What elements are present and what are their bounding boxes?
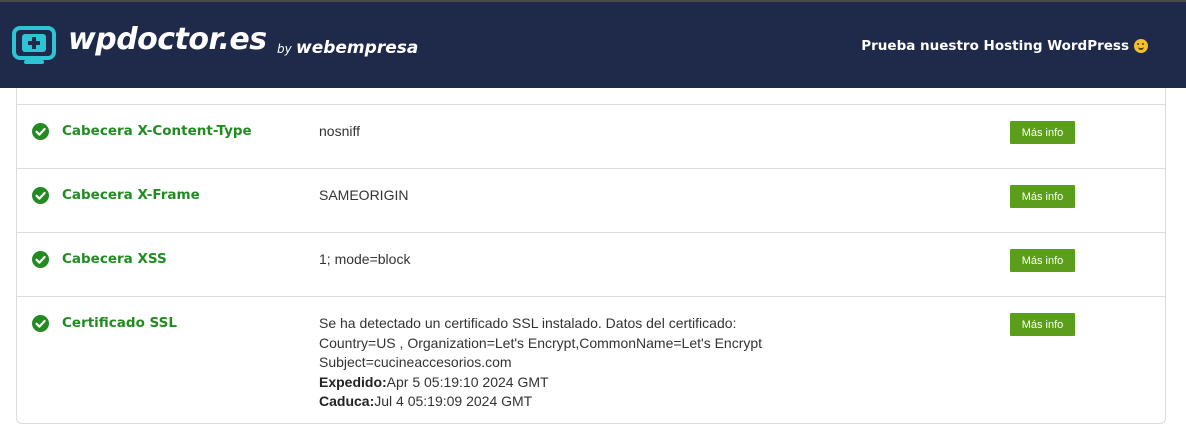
- ssl-detail-line: Country=US , Organization=Let's Encrypt,…: [319, 334, 763, 351]
- issued-label: Expedido:: [319, 373, 387, 390]
- expires-value: Jul 4 05:19:09 2024 GMT: [374, 393, 533, 409]
- more-info-button[interactable]: Más info: [1010, 121, 1075, 144]
- result-value: SAMEORIGIN: [319, 187, 409, 203]
- expires-label: Caduca:: [319, 393, 375, 409]
- smiling-face-emoji-icon: [1134, 39, 1148, 53]
- ssl-issued-date: Expedido:Apr 5 05:19:10 2024 GMT: [319, 373, 959, 393]
- result-row-xss: Cabecera XSS 1; mode=block Más info: [17, 232, 1165, 296]
- site-header: wpdoctor.es by webempresa Prueba nuestro…: [0, 0, 1186, 88]
- site-logo-text[interactable]: wpdoctor.es: [68, 22, 267, 57]
- more-info-button[interactable]: Más info: [1010, 249, 1075, 272]
- result-value: 1; mode=block: [319, 251, 411, 267]
- security-results-card: Cabecera X-Content-Type nosniff Más info…: [16, 88, 1166, 424]
- brand-name[interactable]: webempresa: [296, 38, 418, 58]
- result-label: Cabecera X-Frame: [62, 187, 200, 203]
- result-row-ssl-certificate: Certificado SSL Se ha detectado un certi…: [17, 296, 1165, 424]
- more-info-button[interactable]: Más info: [1010, 185, 1075, 208]
- check-circle-icon: [32, 315, 49, 332]
- ssl-certificate-details: Se ha detectado un certificado SSL insta…: [319, 314, 959, 412]
- ssl-detail-line: Subject=cucineaccesorios.com: [319, 354, 512, 370]
- result-label: Certificado SSL: [62, 315, 178, 331]
- check-circle-icon: [32, 123, 49, 140]
- result-row-x-frame: Cabecera X-Frame SAMEORIGIN Más info: [17, 168, 1165, 232]
- more-info-button[interactable]: Más info: [1010, 313, 1075, 336]
- hosting-promo-link[interactable]: Prueba nuestro Hosting WordPress: [861, 38, 1148, 54]
- ssl-expiry-date: Caduca:Jul 4 05:19:09 2024 GMT: [319, 392, 959, 412]
- issued-value: Apr 5 05:19:10 2024 GMT: [386, 373, 549, 390]
- check-circle-icon: [32, 251, 49, 268]
- promo-text: Prueba nuestro Hosting WordPress: [861, 38, 1129, 54]
- logo-by-label: by: [277, 42, 292, 56]
- result-label: Cabecera X-Content-Type: [62, 123, 252, 139]
- result-row-x-content-type: Cabecera X-Content-Type nosniff Más info: [17, 104, 1165, 168]
- result-label: Cabecera XSS: [62, 251, 167, 267]
- monitor-medical-icon: [12, 26, 56, 64]
- result-value: nosniff: [319, 123, 360, 139]
- ssl-detail-line: Se ha detectado un certificado SSL insta…: [319, 315, 737, 331]
- check-circle-icon: [32, 187, 49, 204]
